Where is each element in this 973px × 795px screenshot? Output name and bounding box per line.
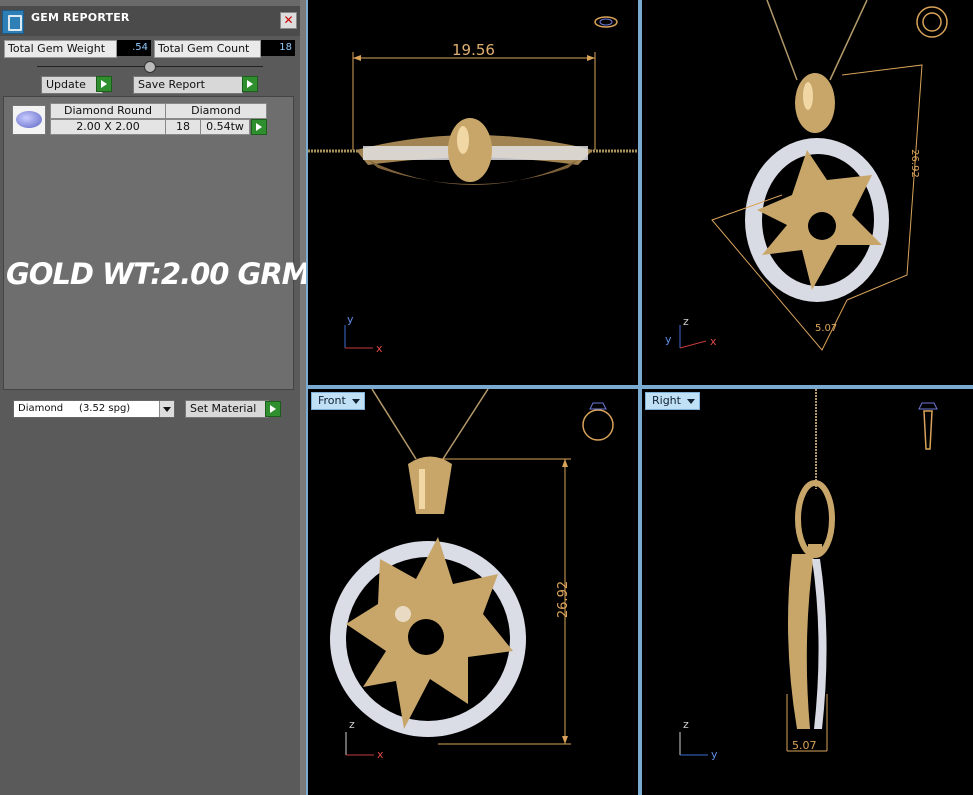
gem-shape-header: Diamond Round (50, 103, 166, 119)
view-front-dropdown[interactable]: Front (311, 392, 365, 410)
perspective-view-render (679, 0, 948, 351)
axis-x-label: x (376, 342, 383, 355)
chevron-down-icon[interactable] (159, 401, 174, 417)
axis-y-label: y (665, 333, 672, 346)
axis-z-label: z (349, 718, 355, 731)
material-select[interactable]: Diamond (3.52 spg) (13, 400, 175, 418)
total-gem-weight-value: .54 (117, 40, 151, 56)
update-button[interactable]: Update (41, 76, 103, 94)
front-view-render (330, 389, 614, 756)
viewport-right[interactable]: Right 5.07 z y (642, 389, 973, 795)
material-select-value: Diamond (3.52 spg) (18, 403, 131, 414)
gem-reporter-panel: GEM REPORTER ✕ Total Gem Weight .54 Tota… (0, 0, 311, 795)
axis-x-label: x (377, 748, 384, 761)
axis-x-label: x (710, 335, 717, 348)
axis-z-label: z (683, 315, 689, 328)
save-report-go-icon[interactable] (242, 76, 258, 92)
panel-titlebar: GEM REPORTER ✕ (0, 6, 300, 36)
axis-y-label: y (711, 748, 718, 761)
panel-title: GEM REPORTER (31, 11, 130, 24)
viewport-top[interactable]: 19.56 y x (308, 0, 638, 385)
gem-count-cell: 18 (165, 119, 201, 135)
gem-list: Diamond Round Diamond 2.00 X 2.00 18 0.5… (3, 96, 311, 390)
update-go-icon[interactable] (96, 76, 112, 92)
axis-z-label: z (683, 718, 689, 731)
panel-splitter-handle[interactable] (144, 61, 156, 73)
gem-weight-cell: 0.54tw (200, 119, 250, 135)
viewport-perspective[interactable]: 26.92 5.07 z y x (642, 0, 973, 385)
gem-reporter-icon (2, 10, 24, 34)
gem-row-go-icon[interactable] (251, 119, 267, 135)
perspective-depth-dimension: 5.07 (815, 323, 838, 334)
close-button[interactable]: ✕ (280, 12, 297, 29)
viewport-area: 19.56 y x 26.92 5.07 z y x Front 26.92 z… (306, 0, 973, 795)
viewport-front[interactable]: Front 26.92 z x (308, 389, 638, 795)
front-height-dimension: 26.92 (556, 580, 572, 619)
round-diamond-icon[interactable] (12, 105, 46, 135)
top-width-dimension: 19.56 (452, 41, 495, 59)
right-view-render (679, 389, 938, 756)
perspective-height-dimension: 26.92 (908, 149, 920, 178)
gem-type-header: Diamond (165, 103, 267, 119)
axis-y-label: y (347, 313, 354, 326)
gem-size-cell: 2.00 X 2.00 (50, 119, 166, 135)
total-gem-count-value: 18 (261, 40, 295, 56)
set-material-go-icon[interactable] (265, 401, 281, 417)
gold-weight-annotation: GOLD WT:2.00 GRM (6, 257, 311, 291)
view-right-dropdown[interactable]: Right (645, 392, 700, 410)
save-report-button[interactable]: Save Report (133, 76, 243, 94)
total-gem-weight-label: Total Gem Weight (4, 40, 117, 58)
total-gem-count-label: Total Gem Count (154, 40, 261, 58)
set-material-button[interactable]: Set Material (185, 400, 269, 418)
right-depth-dimension: 5.07 (792, 739, 817, 752)
